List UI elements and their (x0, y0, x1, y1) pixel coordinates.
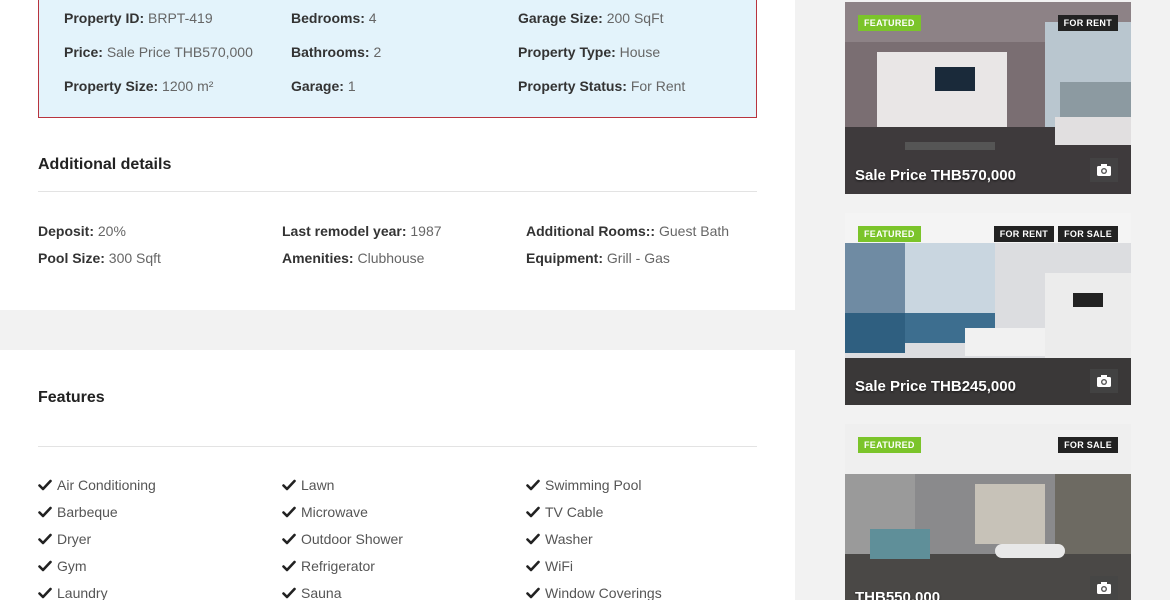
feature-label: Swimming Pool (545, 477, 642, 493)
status-badge: FOR RENT (993, 226, 1055, 242)
listing-price: Sale Price THB245,000 (855, 378, 1016, 395)
status-badges: FOR RENT FOR SALE (993, 226, 1118, 242)
feature-item: Lawn (282, 477, 334, 493)
check-icon (526, 478, 540, 492)
feature-item: Dryer (38, 531, 91, 547)
feature-item: Window Coverings (526, 585, 662, 600)
feature-label: Microwave (301, 504, 368, 520)
check-icon (282, 478, 296, 492)
detail-property-id: Property ID: BRPT-419 (64, 10, 213, 26)
status-badges: FOR SALE (1058, 437, 1118, 453)
feature-item: Microwave (282, 504, 368, 520)
additional-deposit: Deposit: 20% (38, 223, 126, 239)
feature-item: TV Cable (526, 504, 603, 520)
feature-label: Laundry (57, 585, 108, 600)
feature-item: Outdoor Shower (282, 531, 403, 547)
feature-label: Window Coverings (545, 585, 662, 600)
check-icon (282, 586, 296, 600)
status-badge: FOR SALE (1058, 437, 1118, 453)
feature-label: Dryer (57, 531, 92, 547)
additional-last-remodel-year: Last remodel year: 1987 (282, 223, 442, 239)
check-icon (282, 505, 296, 519)
feature-label: TV Cable (545, 504, 604, 520)
feature-item: WiFi (526, 558, 573, 574)
check-icon (38, 532, 52, 546)
features-card: Features Air Conditioning Barbeque Dryer Gy… (0, 350, 795, 600)
feature-label: WiFi (545, 558, 573, 574)
feature-item: Washer (526, 531, 593, 547)
camera-icon[interactable] (1090, 576, 1118, 600)
detail-property-size: Property Size: 1200 m² (64, 78, 214, 94)
additional-rooms: Additional Rooms:: Guest Bath (526, 223, 730, 239)
check-icon (38, 586, 52, 600)
detail-garage: Garage: 1 (291, 78, 356, 94)
detail-property-status: Property Status: For Rent (518, 78, 686, 94)
feature-label: Air Conditioning (57, 477, 156, 493)
check-icon (526, 505, 540, 519)
feature-item: Refrigerator (282, 558, 375, 574)
detail-garage-size: Garage Size: 200 SqFt (518, 10, 664, 26)
check-icon (38, 559, 52, 573)
feature-label: Lawn (301, 477, 335, 493)
additional-pool-size: Pool Size: 300 Sqft (38, 250, 161, 266)
listing-card[interactable]: FEATURED FOR RENT Sale Price THB570,000 (845, 2, 1131, 194)
status-badge: FOR RENT (1057, 15, 1118, 31)
listing-price: Sale Price THB570,000 (855, 167, 1016, 184)
check-icon (38, 478, 52, 492)
listing-card[interactable]: FEATURED FOR RENT FOR SALE Sale Price TH… (845, 213, 1131, 405)
feature-label: Washer (545, 531, 593, 547)
feature-label: Barbeque (57, 504, 118, 520)
check-icon (526, 532, 540, 546)
detail-bathrooms: Bathrooms: 2 (291, 44, 382, 60)
feature-label: Outdoor Shower (301, 531, 403, 547)
check-icon (526, 559, 540, 573)
featured-badge: FEATURED (858, 226, 921, 242)
feature-label: Refrigerator (301, 558, 375, 574)
detail-price: Price: Sale Price THB570,000 (64, 44, 253, 60)
feature-item: Swimming Pool (526, 477, 641, 493)
divider (38, 446, 757, 447)
feature-item: Gym (38, 558, 87, 574)
feature-item: Laundry (38, 585, 108, 600)
check-icon (282, 532, 296, 546)
feature-label: Gym (57, 558, 87, 574)
check-icon (282, 559, 296, 573)
feature-item: Sauna (282, 585, 341, 600)
divider (38, 191, 757, 192)
status-badges: FOR RENT (1057, 15, 1118, 31)
camera-icon[interactable] (1090, 369, 1118, 393)
additional-amenities: Amenities: Clubhouse (282, 250, 425, 266)
listing-price: THB550,000 (855, 589, 941, 600)
property-details-card: Property ID: BRPT-419 Bedrooms: 4 Garage… (0, 0, 795, 310)
featured-badge: FEATURED (858, 15, 921, 31)
additional-equipment: Equipment: Grill - Gas (526, 250, 670, 266)
features-title: Features (38, 389, 105, 406)
additional-details-title: Additional details (38, 156, 172, 173)
featured-badge: FEATURED (858, 437, 921, 453)
feature-item: Barbeque (38, 504, 118, 520)
feature-label: Sauna (301, 585, 342, 600)
property-details-box: Property ID: BRPT-419 Bedrooms: 4 Garage… (38, 0, 757, 118)
listing-card[interactable]: FEATURED FOR SALE THB550,000 (845, 424, 1131, 600)
check-icon (38, 505, 52, 519)
detail-bedrooms: Bedrooms: 4 (291, 10, 377, 26)
detail-property-type: Property Type: House (518, 44, 661, 60)
check-icon (526, 586, 540, 600)
feature-item: Air Conditioning (38, 477, 156, 493)
camera-icon[interactable] (1090, 158, 1118, 182)
status-badge: FOR SALE (1058, 226, 1118, 242)
